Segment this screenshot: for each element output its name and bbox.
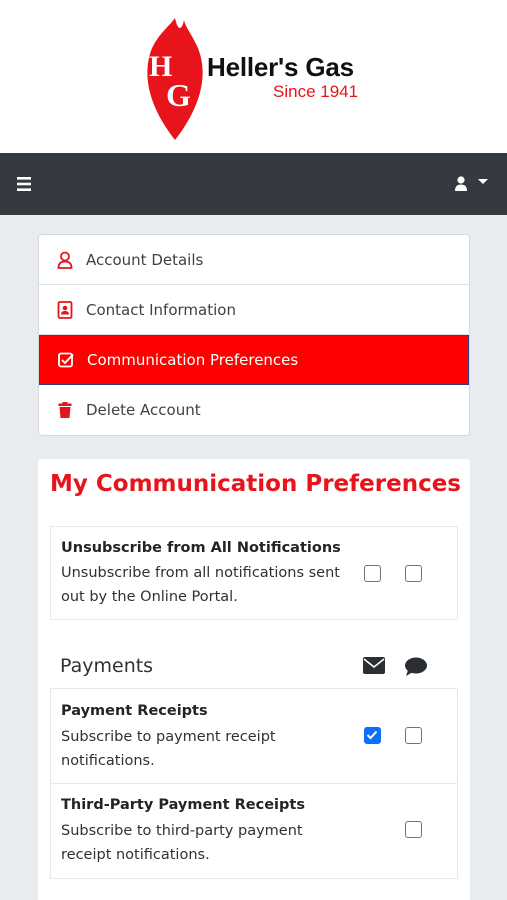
svg-text:G: G	[166, 77, 191, 113]
heller-flame-logo: H G	[147, 18, 203, 140]
menu-item-label: Communication Preferences	[87, 351, 299, 369]
comment-icon	[405, 657, 427, 676]
caret-down-icon	[478, 179, 488, 184]
hamburger-icon	[17, 177, 31, 191]
menu-item-contact-information[interactable]: Contact Information	[39, 285, 469, 335]
brand-name: Heller's Gas	[207, 52, 354, 82]
row-title: Third-Party Payment Receipts	[61, 797, 305, 813]
envelope-icon	[363, 657, 385, 674]
hamburger-menu-button[interactable]	[14, 173, 40, 195]
row-title: Payment Receipts	[61, 703, 208, 719]
unsubscribe-email-checkbox[interactable]	[364, 565, 381, 582]
row-description: Subscribe to payment receipt notificatio…	[61, 729, 276, 769]
site-header: H G Heller's Gas Since 1941	[0, 0, 507, 153]
menu-item-communication-preferences[interactable]: Communication Preferences	[39, 335, 469, 385]
row-description: Subscribe to third-party payment receipt…	[61, 823, 303, 863]
third-party-receipts-sms-checkbox[interactable]	[405, 821, 422, 838]
payment-receipts-sms-checkbox[interactable]	[405, 727, 422, 744]
address-card-icon	[55, 300, 75, 320]
menu-item-delete-account[interactable]: Delete Account	[39, 385, 469, 435]
menu-item-label: Delete Account	[86, 401, 201, 419]
menu-item-account-details[interactable]: Account Details	[39, 235, 469, 285]
checkmark-icon	[366, 730, 378, 740]
brand-since: Since 1941	[273, 82, 359, 101]
check-square-icon	[56, 350, 76, 370]
third-party-payment-receipts-row: Third-Party Payment Receipts Subscribe t…	[50, 783, 458, 879]
menu-item-label: Contact Information	[86, 300, 236, 319]
communication-preferences-card: My Communication Preferences Unsubscribe…	[38, 459, 470, 900]
menu-item-label: Account Details	[86, 250, 204, 269]
user-icon	[55, 250, 75, 270]
payment-receipts-row: Payment Receipts Subscribe to payment re…	[50, 688, 458, 784]
page-title: My Communication Preferences	[50, 471, 461, 497]
row-title: Unsubscribe from All Notifications	[61, 540, 341, 556]
user-dropdown-button[interactable]	[453, 171, 493, 197]
payment-receipts-email-checkbox[interactable]	[364, 727, 381, 744]
row-description: Unsubscribe from all notifications sent …	[61, 565, 340, 605]
trash-icon	[55, 400, 75, 420]
section-label-payments: Payments	[60, 655, 154, 677]
unsubscribe-sms-checkbox[interactable]	[405, 565, 422, 582]
account-menu: Account Details Contact Information Comm…	[38, 234, 470, 436]
top-navbar	[0, 153, 507, 215]
unsubscribe-all-row: Unsubscribe from All Notifications Unsub…	[50, 526, 458, 620]
